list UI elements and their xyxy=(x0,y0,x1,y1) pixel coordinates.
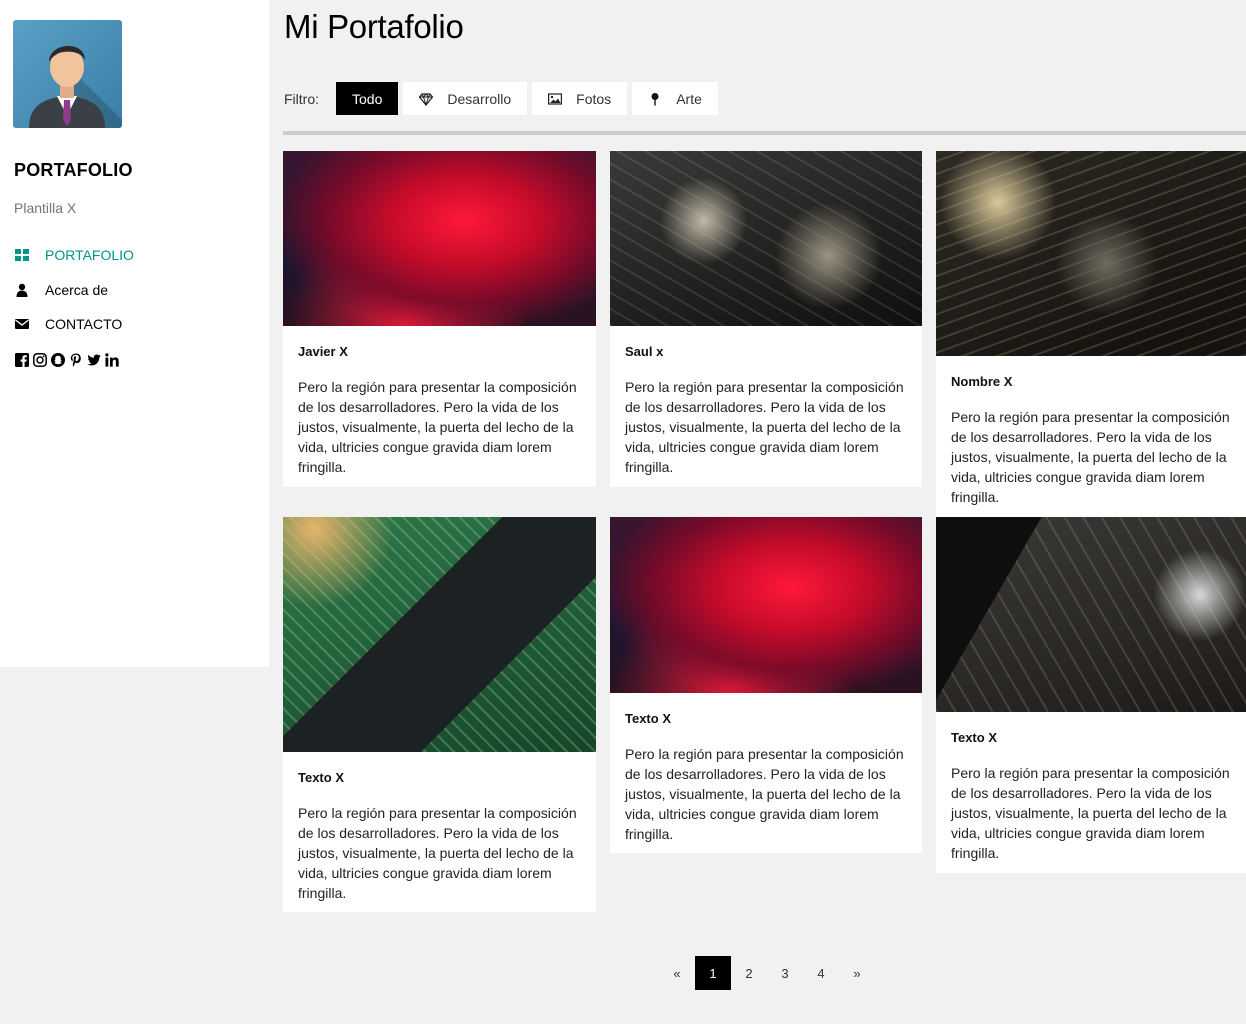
card-body: Nombre X Pero la región para presentar l… xyxy=(936,356,1246,522)
header-divider xyxy=(283,131,1246,135)
card-body: Texto X Pero la región para presentar la… xyxy=(936,712,1246,878)
card-image xyxy=(283,151,596,326)
filter-button-label: Todo xyxy=(352,90,383,107)
card-body: Javier X Pero la región para presentar l… xyxy=(283,326,596,492)
card-title: Texto X xyxy=(951,730,997,745)
card-image xyxy=(610,517,922,693)
sidebar-item-portafolio[interactable]: PORTAFOLIO xyxy=(14,238,254,273)
card-body: Texto X Pero la región para presentar la… xyxy=(610,693,922,859)
sidebar-item-acerca-de[interactable]: Acerca de xyxy=(14,273,254,308)
brand-title: PORTAFOLIO xyxy=(14,160,133,180)
card-text: Pero la región para presentar la composi… xyxy=(951,765,1230,861)
diamond-icon xyxy=(419,92,434,106)
card-title: Texto X xyxy=(625,711,671,726)
sidebar-nav: PORTAFOLIO Acerca de CONTACTO xyxy=(14,238,254,342)
filter-label: Filtro: xyxy=(284,90,319,107)
card-title: Saul x xyxy=(625,344,664,359)
linkedin-icon[interactable] xyxy=(104,352,119,367)
sidebar-item-contacto[interactable]: CONTACTO xyxy=(14,307,254,342)
card-text: Pero la región para presentar la composi… xyxy=(298,805,577,901)
portfolio-card[interactable]: Javier X Pero la región para presentar l… xyxy=(283,151,596,487)
photo-icon xyxy=(548,92,563,106)
sidebar-item-label: CONTACTO xyxy=(45,316,123,333)
pagination-page-3[interactable]: 3 xyxy=(767,956,803,990)
portfolio-card[interactable]: Nombre X Pero la región para presentar l… xyxy=(936,151,1246,517)
businessman-avatar-icon xyxy=(29,45,122,128)
pagination-page-1[interactable]: 1 xyxy=(695,956,731,990)
user-icon xyxy=(14,282,30,298)
card-text: Pero la región para presentar la composi… xyxy=(625,746,904,842)
card-body: Texto X Pero la región para presentar la… xyxy=(283,752,596,918)
card-image xyxy=(610,151,922,326)
portfolio-card[interactable]: Texto X Pero la región para presentar la… xyxy=(610,517,922,853)
pagination-page-4[interactable]: 4 xyxy=(803,956,839,990)
avatar xyxy=(13,20,122,128)
filter-fotos-button[interactable]: Fotos xyxy=(532,82,628,115)
sidebar-item-label: Acerca de xyxy=(45,281,109,298)
card-text: Pero la región para presentar la composi… xyxy=(298,379,577,475)
sidebar-item-label: PORTAFOLIO xyxy=(45,247,134,264)
twitter-icon[interactable] xyxy=(86,352,101,367)
card-text: Pero la región para presentar la composi… xyxy=(625,379,904,475)
envelope-icon xyxy=(14,316,30,332)
portfolio-card[interactable]: Texto X Pero la región para presentar la… xyxy=(936,517,1246,873)
portfolio-card[interactable]: Texto X Pero la región para presentar la… xyxy=(283,517,596,912)
map-pin-icon xyxy=(648,92,662,106)
filter-bar: Filtro: Todo Desarrollo Fotos Arte xyxy=(284,82,723,115)
filter-arte-button[interactable]: Arte xyxy=(632,82,718,115)
card-image xyxy=(936,517,1246,712)
card-image xyxy=(283,517,596,752)
filter-button-label: Fotos xyxy=(576,90,612,107)
pagination: « 1 2 3 4 » xyxy=(659,956,875,990)
brand-subtitle: Plantilla X xyxy=(14,200,77,216)
pagination-prev[interactable]: « xyxy=(659,956,695,990)
pagination-page-2[interactable]: 2 xyxy=(731,956,767,990)
card-title: Texto X xyxy=(298,770,344,785)
card-title: Nombre X xyxy=(951,374,1013,389)
card-body: Saul x Pero la región para presentar la … xyxy=(610,326,922,492)
card-text: Pero la región para presentar la composi… xyxy=(951,409,1230,505)
filter-desarrollo-button[interactable]: Desarrollo xyxy=(403,82,528,115)
portfolio-card[interactable]: Saul x Pero la región para presentar la … xyxy=(610,151,922,487)
filter-todo-button[interactable]: Todo xyxy=(336,82,399,115)
sidebar: PORTAFOLIO Plantilla X PORTAFOLIO Acerca… xyxy=(0,0,269,667)
card-image xyxy=(936,151,1246,356)
filter-button-label: Arte xyxy=(676,90,702,107)
pinterest-icon[interactable] xyxy=(68,352,83,367)
card-title: Javier X xyxy=(298,344,348,359)
instagram-icon[interactable] xyxy=(32,352,47,367)
snapchat-icon[interactable] xyxy=(50,352,65,367)
pagination-next[interactable]: » xyxy=(839,956,875,990)
page-title: Mi Portafolio xyxy=(284,8,464,45)
grid-icon xyxy=(14,247,30,263)
social-links xyxy=(14,352,119,367)
filter-button-label: Desarrollo xyxy=(447,90,512,107)
facebook-icon[interactable] xyxy=(14,352,29,367)
